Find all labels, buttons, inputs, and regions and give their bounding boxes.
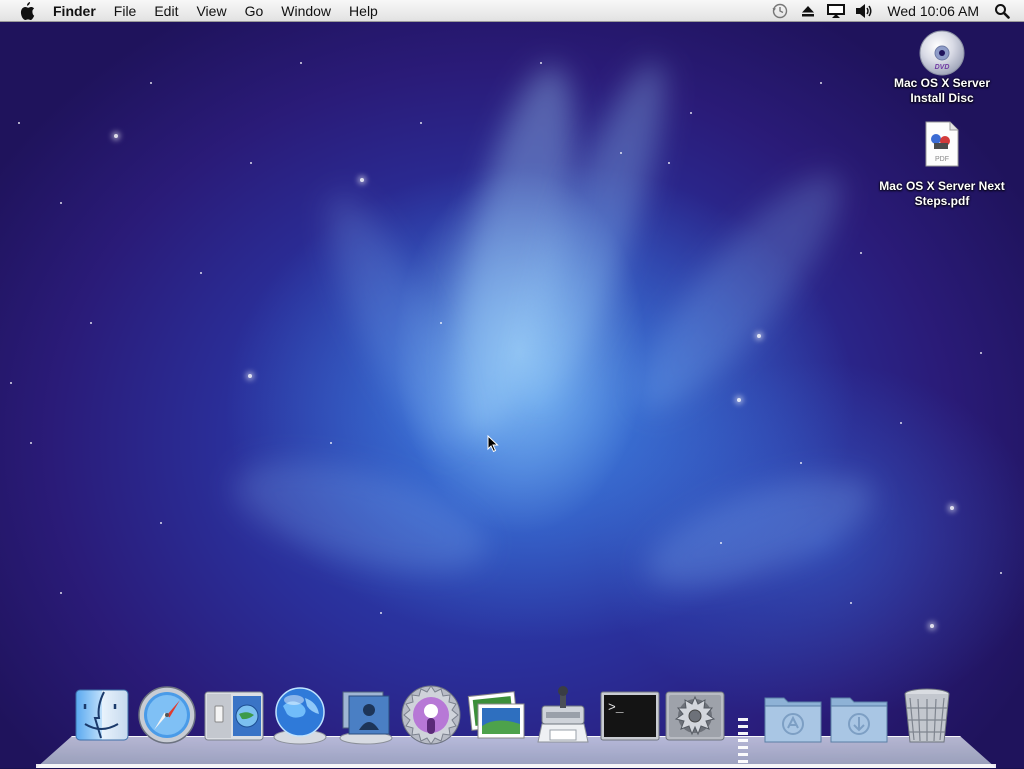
desktop-icon-label: Mac OS X Server Next Steps.pdf: [879, 179, 1005, 208]
menu-file[interactable]: File: [105, 0, 146, 22]
menu-bar-clock[interactable]: Wed 10:06 AM: [878, 0, 988, 22]
eject-icon[interactable]: [794, 0, 822, 22]
desktop-icon-label: Mac OS X Server Install Disc: [893, 76, 991, 105]
spotlight-search-icon[interactable]: [988, 0, 1016, 22]
finder-icon[interactable]: [71, 684, 133, 746]
pdf-document-icon: PDF: [924, 121, 960, 167]
menu-go[interactable]: Go: [236, 0, 273, 22]
time-machine-icon[interactable]: [766, 0, 794, 22]
svg-text:DVD: DVD: [935, 64, 950, 71]
workgroup-manager-icon[interactable]: [335, 684, 397, 746]
preview-icon[interactable]: [466, 684, 528, 746]
desktop-icon-next-steps-pdf[interactable]: PDF Mac OS X Server Next Steps.pdf: [867, 121, 1017, 209]
menu-edit[interactable]: Edit: [145, 0, 187, 22]
dvd-disc-icon: DVD: [919, 30, 965, 76]
server-admin-icon[interactable]: [269, 684, 331, 746]
apple-menu-icon[interactable]: [18, 1, 36, 20]
podcast-producer-icon[interactable]: [400, 684, 462, 746]
system-preferences-icon[interactable]: [664, 684, 726, 746]
menu-window[interactable]: Window: [272, 0, 340, 22]
volume-icon[interactable]: [850, 0, 878, 22]
downloads-folder-icon[interactable]: [828, 684, 890, 746]
applications-folder-icon[interactable]: [762, 684, 824, 746]
svg-text:PDF: PDF: [935, 156, 949, 163]
menu-finder[interactable]: Finder: [44, 0, 105, 22]
trash-icon[interactable]: [896, 684, 958, 746]
display-icon[interactable]: [822, 0, 850, 22]
menu-view[interactable]: View: [187, 0, 235, 22]
terminal-icon[interactable]: >_: [599, 684, 661, 746]
mouse-pointer-icon: [487, 434, 499, 453]
system-image-utility-icon[interactable]: [532, 684, 594, 746]
server-preferences-icon[interactable]: [202, 684, 264, 746]
dock-separator: [738, 718, 748, 766]
menu-help[interactable]: Help: [340, 0, 387, 22]
desktop-icon-install-disc[interactable]: DVD Mac OS X Server Install Disc: [867, 30, 1017, 106]
safari-icon[interactable]: [136, 684, 198, 746]
svg-text:>_: >_: [608, 700, 624, 715]
menu-bar: Finder File Edit View Go Window Help Wed…: [0, 0, 1024, 22]
dock-front-edge: [36, 764, 996, 768]
